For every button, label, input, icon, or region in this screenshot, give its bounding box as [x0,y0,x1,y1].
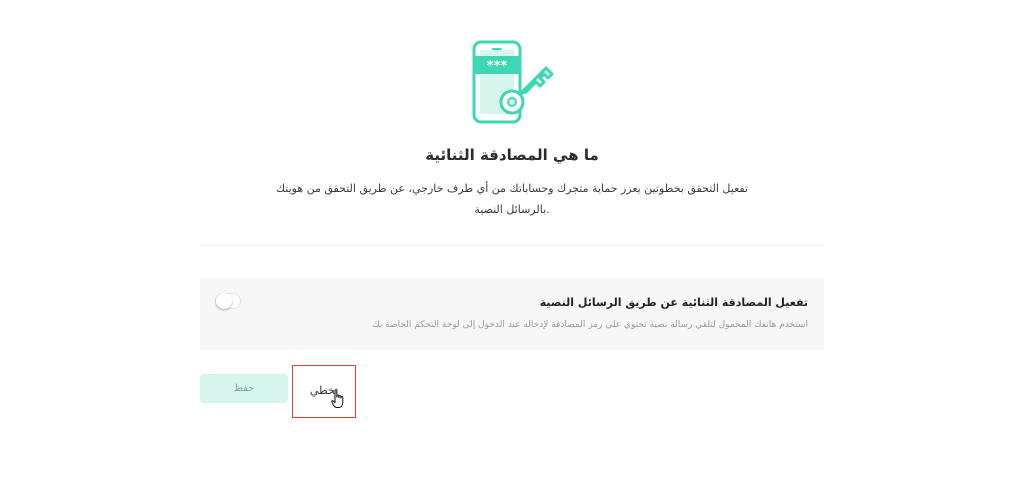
page-title: ما هي المصادقة الثنائية [425,146,599,164]
skip-button-label: تخطي [309,384,339,397]
hand-pointer-icon [331,389,344,408]
section-divider [200,245,824,246]
sms-2fa-option-card: تفعيل المصادقة الثنائية عن طريق الرسائل … [200,278,824,350]
sms-2fa-toggle[interactable] [215,293,241,309]
page-description: تفعيل التحقق بخطوتين يعزز حماية متجرك وح… [262,178,762,220]
two-factor-setup-page: *** ما هي المصادقة الثنائية تفعيل التحقق… [0,0,1024,488]
skip-button[interactable]: تخطي [292,365,356,418]
description-line-2: .بالرسائل النصية [474,203,550,216]
svg-text:***: *** [487,59,508,74]
save-button[interactable]: حفظ [200,374,288,403]
sms-2fa-title: تفعيل المصادقة الثنائية عن طريق الرسائل … [539,296,808,309]
phone-key-icon: *** [472,40,554,124]
description-line-1: تفعيل التحقق بخطوتين يعزز حماية متجرك وح… [275,182,748,195]
toggle-knob [216,293,232,309]
sms-2fa-subtitle: استخدم هاتفك المحمول لتلقي رسالة نصية تح… [372,320,808,330]
